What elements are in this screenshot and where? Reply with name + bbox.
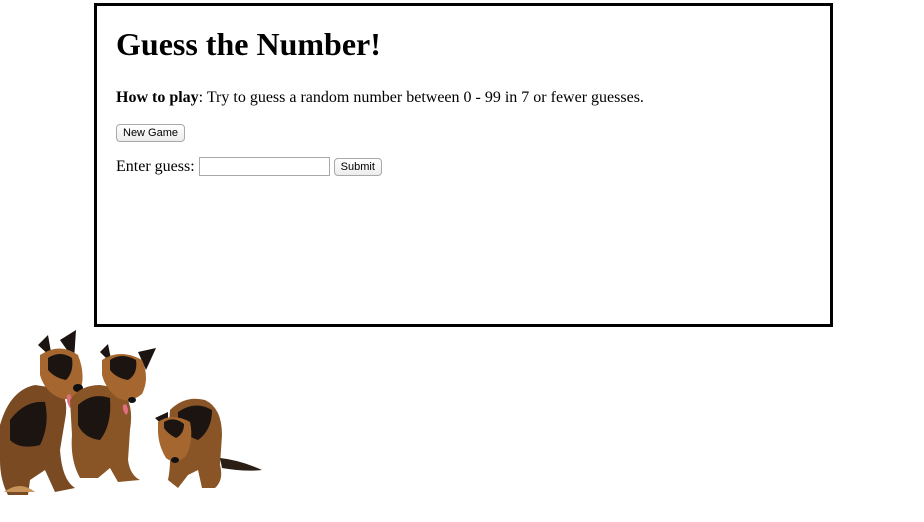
instructions: How to play: Try to guess a random numbe… [116,88,644,107]
guess-form: Enter guess: Submit [116,157,382,177]
guess-input[interactable] [198,157,330,177]
submit-button[interactable]: Submit [333,157,382,176]
how-to-play-label: How to play [116,89,199,106]
game-panel: Guess the Number! How to play: Try to gu… [94,3,833,327]
puppy-middle [70,344,156,482]
new-game-button[interactable]: New Game [116,124,186,142]
puppy-right [155,398,262,488]
puppy-left [0,330,83,495]
page-title: Guess the Number! [116,26,381,62]
guess-label: Enter guess: [116,158,195,175]
how-to-play-text: : Try to guess a random number between 0… [198,89,644,106]
puppies-image [0,330,262,495]
